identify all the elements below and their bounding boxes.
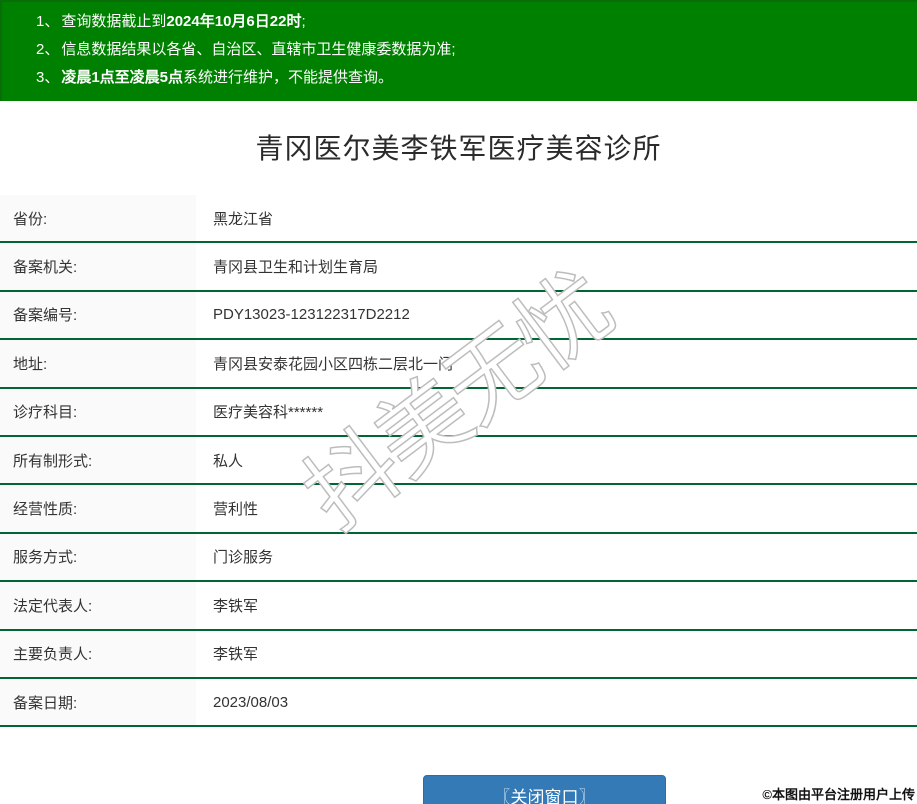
- notice-text-bold: 2024年10月6日22时: [166, 13, 302, 30]
- notice-text: ;: [301, 13, 306, 30]
- field-value: 黑龙江省: [213, 210, 274, 228]
- info-row-filing-authority: 备案机关: 青冈县卫生和计划生育局: [0, 243, 917, 292]
- notice-number: 2、: [36, 41, 60, 58]
- notice-item-2: 2、 信息数据结果以各省、自治区、直辖市卫生健康委数据为准;: [2, 36, 917, 64]
- info-row-legal-representative: 法定代表人: 李铁军: [0, 582, 917, 631]
- field-label: 省份:: [0, 195, 196, 242]
- field-label: 经营性质:: [0, 485, 196, 532]
- field-value: 门诊服务: [213, 549, 274, 567]
- field-label: 地址:: [0, 340, 196, 387]
- notice-item-1: 1、 查询数据截止到2024年10月6日22时;: [2, 8, 917, 36]
- copyright-watermark: ©本图由平台注册用户上传: [762, 787, 915, 802]
- notice-text: 查询数据截止到: [61, 13, 167, 30]
- field-label: 备案编号:: [0, 291, 196, 339]
- notice-item-3: 3、 凌晨1点至凌晨5点系统进行维护，不能提供查询。: [2, 64, 917, 92]
- field-value: 李铁军: [213, 646, 259, 664]
- info-row-address: 地址: 青冈县安泰花园小区四栋二层北一门: [0, 340, 917, 389]
- clinic-info-table: 省份: 黑龙江省 备案机关: 青冈县卫生和计划生育局 备案编号: PDY1302…: [0, 195, 917, 728]
- field-label: 所有制形式:: [0, 436, 196, 484]
- notice-text: 系统进行维护，不能提供查询。: [183, 69, 394, 86]
- notice-number: 3、: [36, 69, 60, 86]
- info-row-treatment-subjects: 诊疗科目: 医疗美容科******: [0, 388, 917, 437]
- field-value: PDY13023-123122317D2212: [213, 306, 410, 324]
- info-row-main-responsible-person: 主要负责人: 李铁军: [0, 630, 917, 679]
- info-row-service-mode: 服务方式: 门诊服务: [0, 533, 917, 583]
- info-row-province: 省份: 黑龙江省: [0, 195, 917, 244]
- field-value: 私人: [213, 452, 244, 470]
- info-row-ownership-form: 所有制形式: 私人: [0, 436, 917, 486]
- notice-number: 1、: [36, 13, 60, 30]
- field-label: 诊疗科目:: [0, 388, 196, 435]
- field-value: 青冈县卫生和计划生育局: [213, 259, 379, 277]
- field-label: 服务方式:: [0, 533, 196, 581]
- field-label: 备案日期:: [0, 678, 196, 726]
- field-value: 营利性: [213, 501, 259, 519]
- field-label: 备案机关:: [0, 243, 196, 290]
- info-row-business-nature: 经营性质: 营利性: [0, 485, 917, 534]
- field-value: 青冈县安泰花园小区四栋二层北一门: [213, 355, 454, 373]
- field-label: 主要负责人:: [0, 630, 196, 677]
- field-label: 法定代表人:: [0, 582, 196, 629]
- field-value: 李铁军: [213, 597, 259, 615]
- field-value: 医疗美容科******: [213, 404, 324, 422]
- notice-banner: 1、 查询数据截止到2024年10月6日22时; 2、 信息数据结果以各省、自治区、…: [0, 0, 917, 101]
- info-row-filing-number: 备案编号: PDY13023-123122317D2212: [0, 291, 917, 341]
- clinic-title: 青冈医尔美李铁军医疗美容诊所: [255, 133, 662, 164]
- field-value: 2023/08/03: [213, 693, 289, 711]
- info-row-filing-date: 备案日期: 2023/08/03: [0, 678, 917, 728]
- notice-text-bold: 凌晨1点至凌晨5点: [61, 69, 184, 86]
- close-window-button[interactable]: 〖关闭窗口〗: [423, 775, 666, 804]
- notice-text: 信息数据结果以各省、自治区、直辖市卫生健康委数据为准;: [61, 41, 456, 58]
